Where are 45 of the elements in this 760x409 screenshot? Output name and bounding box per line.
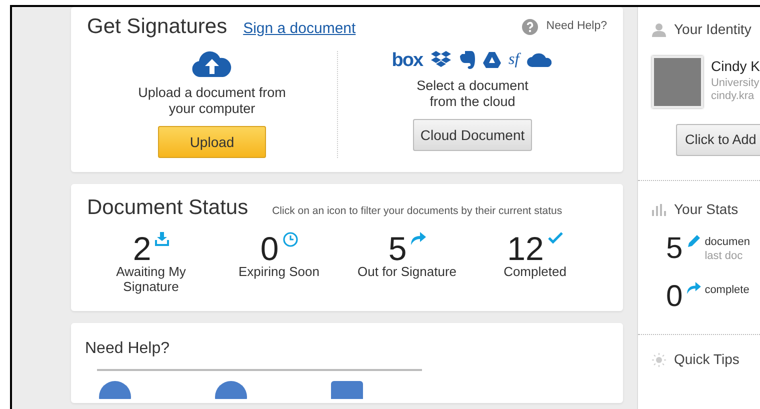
stat-count: 5 [666, 234, 683, 264]
status-label: Expiring Soon [238, 264, 320, 280]
user-name: Cindy K [710, 57, 760, 76]
clock-icon[interactable] [282, 232, 298, 247]
status-count[interactable]: 0 [260, 232, 279, 265]
card-title: Document Status [87, 195, 248, 222]
status-count[interactable]: 5 [388, 232, 407, 265]
need-help-link[interactable]: Need Help? [546, 18, 607, 36]
service-logo[interactable]: sf [508, 52, 520, 68]
triangle-icon [482, 52, 501, 68]
status-label: Awaiting My Signature [115, 264, 187, 295]
share-arrow-icon[interactable] [410, 232, 426, 245]
download-icon[interactable] [155, 232, 170, 246]
sun-icon [652, 352, 666, 366]
section-title: Your Stats [674, 200, 738, 219]
cloud-upload-icon [192, 50, 232, 76]
upload-button[interactable]: Upload [158, 126, 266, 158]
person-icon [652, 22, 666, 36]
add-button[interactable]: Click to Add [676, 124, 760, 156]
status-label: Completed [502, 264, 568, 280]
user-organization: University [710, 77, 760, 90]
filter-hint: Click on an icon to filter your documents by their current status [272, 204, 562, 219]
sign-document-link[interactable]: Sign a document [243, 18, 356, 40]
pencil-icon [686, 234, 701, 248]
bar-chart-icon [652, 204, 666, 216]
stat-text: documen [704, 235, 750, 250]
stat-count: 0 [666, 282, 683, 312]
status-label: Out for Signature [356, 264, 458, 280]
cloud-icon [527, 53, 554, 67]
stat-subtext: last doc [704, 250, 744, 262]
share-arrow-icon [686, 282, 701, 294]
upload-instructions: Upload a document from your computer [137, 84, 287, 118]
card-title: Get Signatures [87, 14, 228, 40]
stat-text: complete [704, 283, 750, 298]
checkmark-icon[interactable] [548, 232, 563, 244]
service-logo[interactable]: box [392, 50, 423, 70]
avatar-placeholder [652, 56, 703, 108]
cloud-instructions: Select a document from the cloud [416, 78, 530, 112]
status-count[interactable]: 2 [132, 232, 152, 265]
card-title: Need Help? [85, 338, 170, 359]
user-email: cindy.kra [710, 90, 756, 104]
status-count[interactable]: 12 [507, 232, 544, 265]
section-title: Your Identity [674, 20, 752, 39]
section-title: Quick Tips [674, 350, 740, 369]
cloud-document-button[interactable]: Cloud Document [413, 119, 532, 152]
